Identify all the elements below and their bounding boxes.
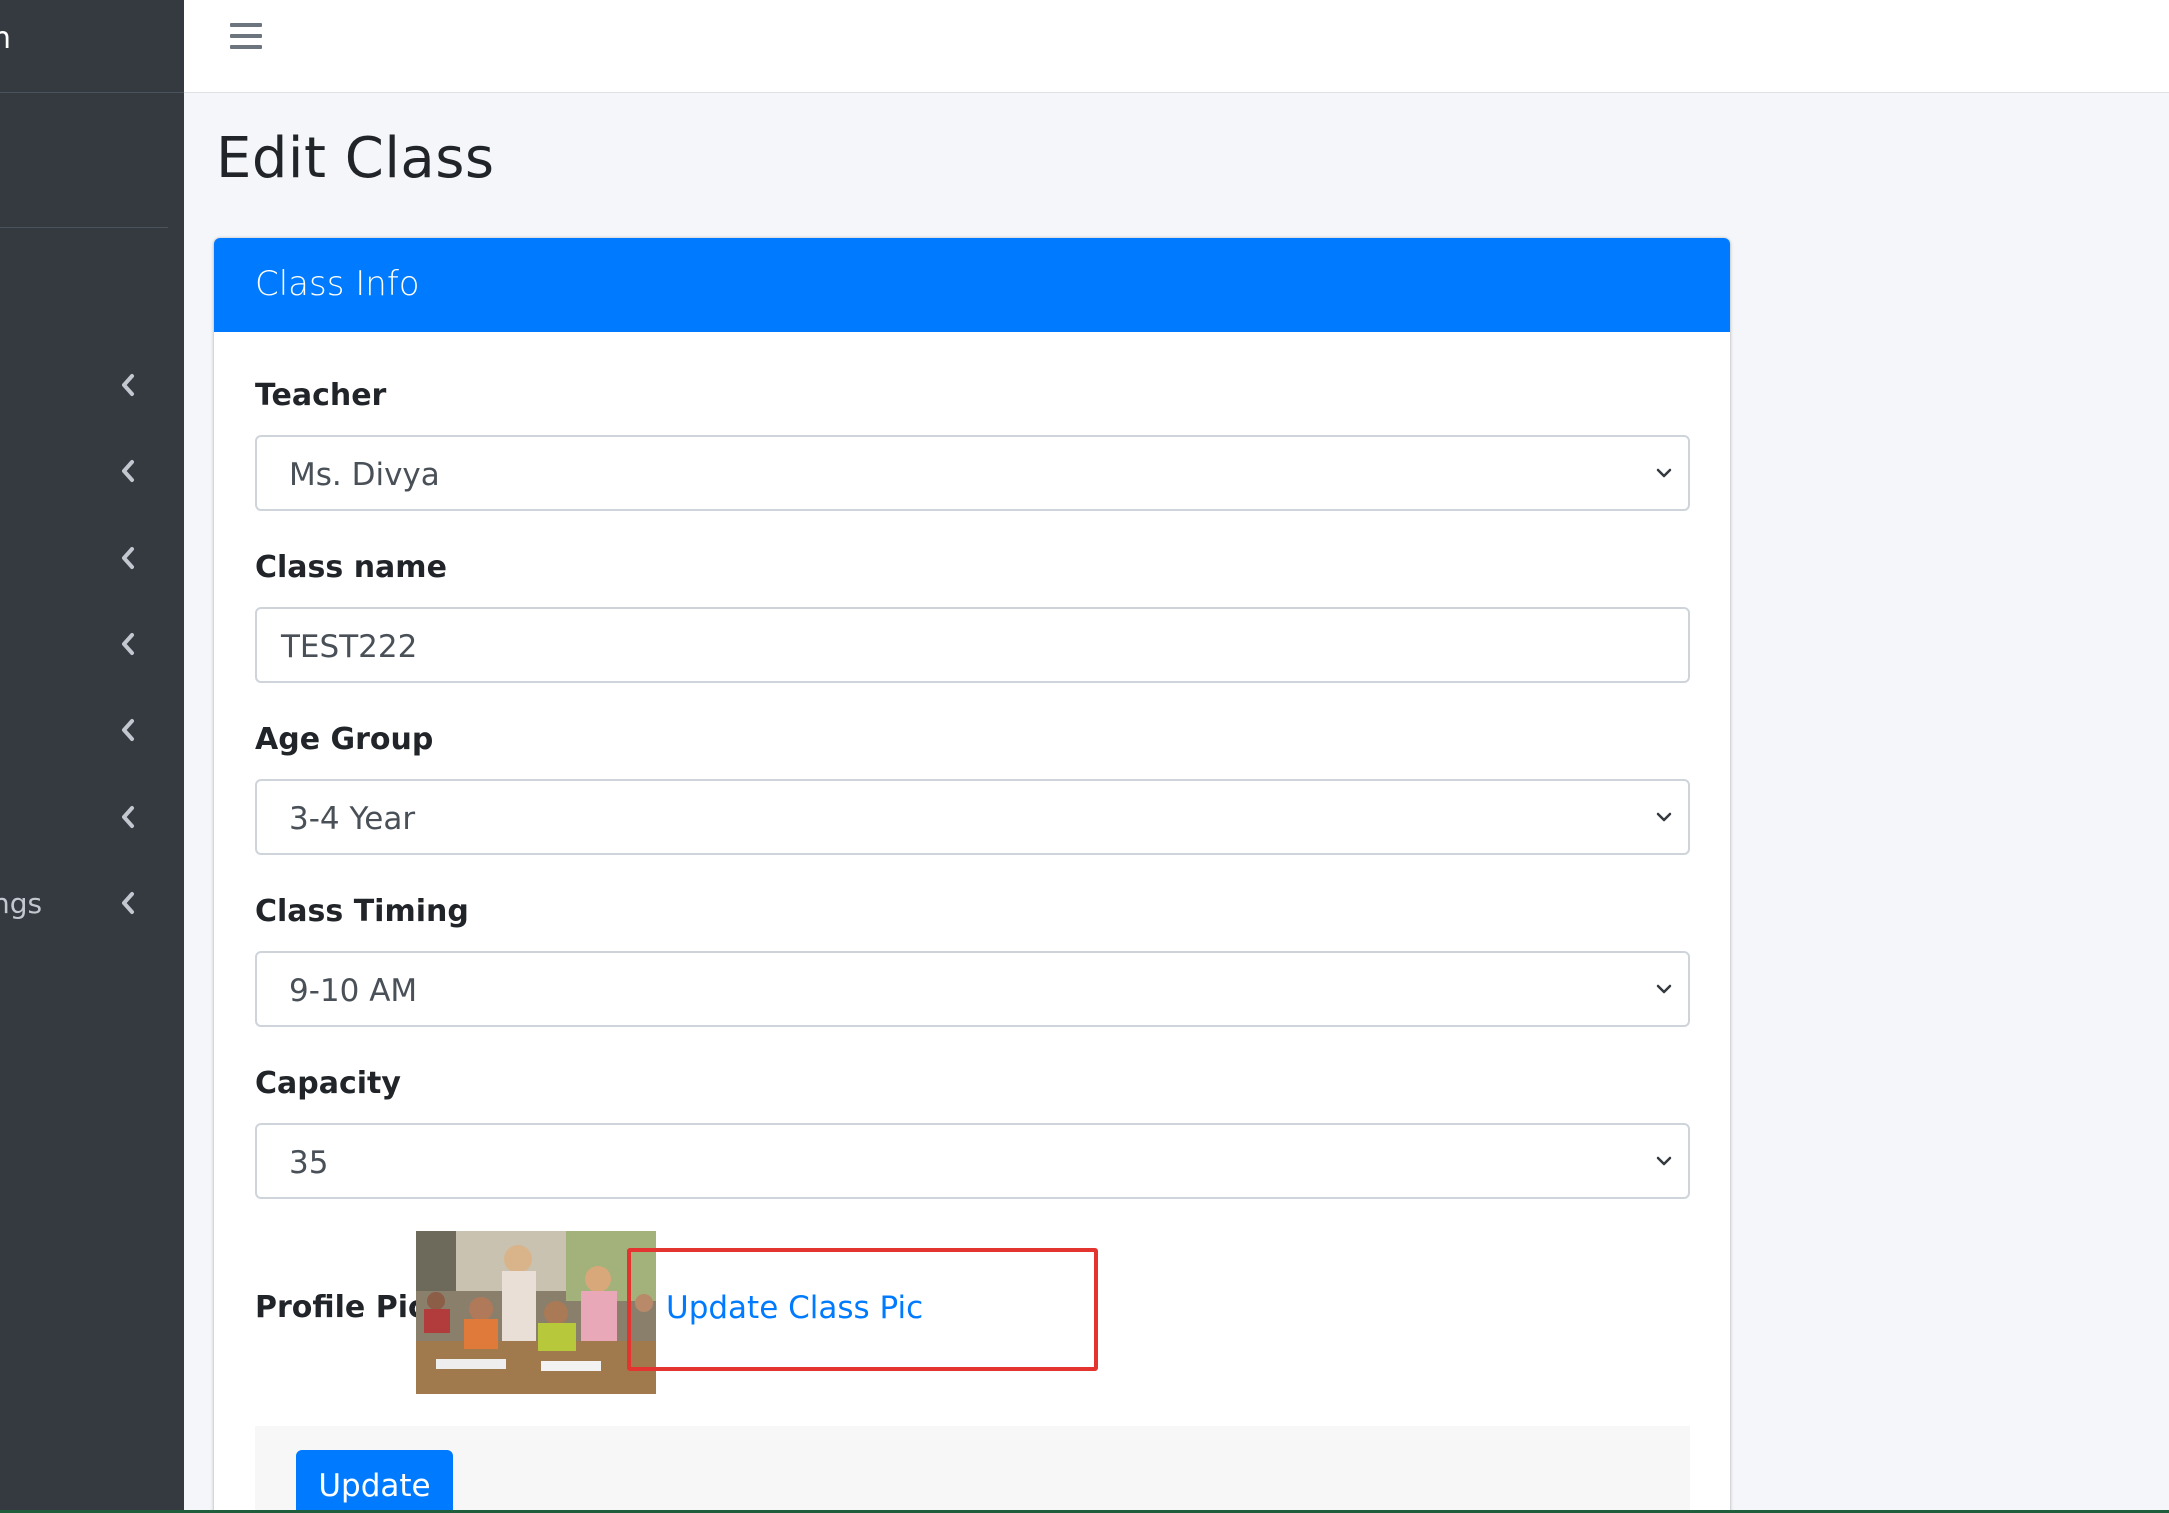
chevron-down-icon bbox=[1656, 812, 1672, 822]
age-group-label: Age Group bbox=[255, 722, 434, 757]
chevron-left-icon bbox=[122, 633, 134, 655]
card-footer: Update bbox=[255, 1426, 1690, 1513]
hamburger-menu-icon[interactable] bbox=[230, 23, 262, 53]
teacher-label: Teacher bbox=[255, 378, 387, 413]
chevron-left-icon bbox=[122, 374, 134, 396]
chevron-down-icon bbox=[1656, 1156, 1672, 1166]
page-title: Edit Class bbox=[216, 126, 495, 191]
capacity-value: 35 bbox=[289, 1145, 329, 1181]
class-name-label: Class name bbox=[255, 550, 447, 585]
class-timing-value: 9-10 AM bbox=[289, 973, 418, 1009]
sidebar-user-panel bbox=[0, 93, 168, 228]
teacher-value: Ms. Divya bbox=[289, 457, 440, 493]
age-group-value: 3-4 Year bbox=[289, 801, 416, 837]
chevron-left-icon bbox=[122, 806, 134, 828]
class-timing-label: Class Timing bbox=[255, 894, 469, 929]
chevron-left-icon bbox=[122, 547, 134, 569]
app-root: n ngs Edit Class Class Info Teacher Ms. … bbox=[0, 0, 2169, 1513]
sidebar-brand[interactable]: n bbox=[0, 0, 184, 93]
teacher-select[interactable]: Ms. Divya bbox=[255, 435, 1690, 511]
update-class-pic-link[interactable]: Update Class Pic bbox=[666, 1290, 923, 1326]
brand-text: n bbox=[0, 21, 12, 56]
chevron-down-icon bbox=[1656, 984, 1672, 994]
card-header: Class Info bbox=[214, 238, 1730, 332]
age-group-select[interactable]: 3-4 Year bbox=[255, 779, 1690, 855]
sidebar-item-4[interactable] bbox=[0, 614, 184, 674]
sidebar-item-6[interactable] bbox=[0, 787, 184, 847]
top-navbar bbox=[184, 0, 2169, 93]
sidebar-item-3[interactable] bbox=[0, 528, 184, 588]
capacity-label: Capacity bbox=[255, 1066, 401, 1101]
sidebar-item-2[interactable] bbox=[0, 441, 184, 501]
class-name-input[interactable]: TEST222 bbox=[255, 607, 1690, 683]
class-name-value: TEST222 bbox=[281, 629, 418, 665]
profile-pic-label: Profile Pic bbox=[255, 1290, 426, 1325]
sidebar-item-label: ngs bbox=[0, 887, 43, 920]
sidebar: n ngs bbox=[0, 0, 184, 1513]
chevron-left-icon bbox=[122, 892, 134, 914]
sidebar-item-5[interactable] bbox=[0, 700, 184, 760]
update-button[interactable]: Update bbox=[296, 1450, 453, 1513]
sidebar-item-1[interactable] bbox=[0, 355, 184, 415]
sidebar-item-settings[interactable]: ngs bbox=[0, 873, 184, 933]
capacity-select[interactable]: 35 bbox=[255, 1123, 1690, 1199]
class-info-card: Class Info Teacher Ms. Divya Class name … bbox=[214, 238, 1730, 1513]
chevron-left-icon bbox=[122, 460, 134, 482]
class-timing-select[interactable]: 9-10 AM bbox=[255, 951, 1690, 1027]
chevron-down-icon bbox=[1656, 468, 1672, 478]
class-pic-thumbnail bbox=[416, 1231, 656, 1394]
chevron-left-icon bbox=[122, 719, 134, 741]
